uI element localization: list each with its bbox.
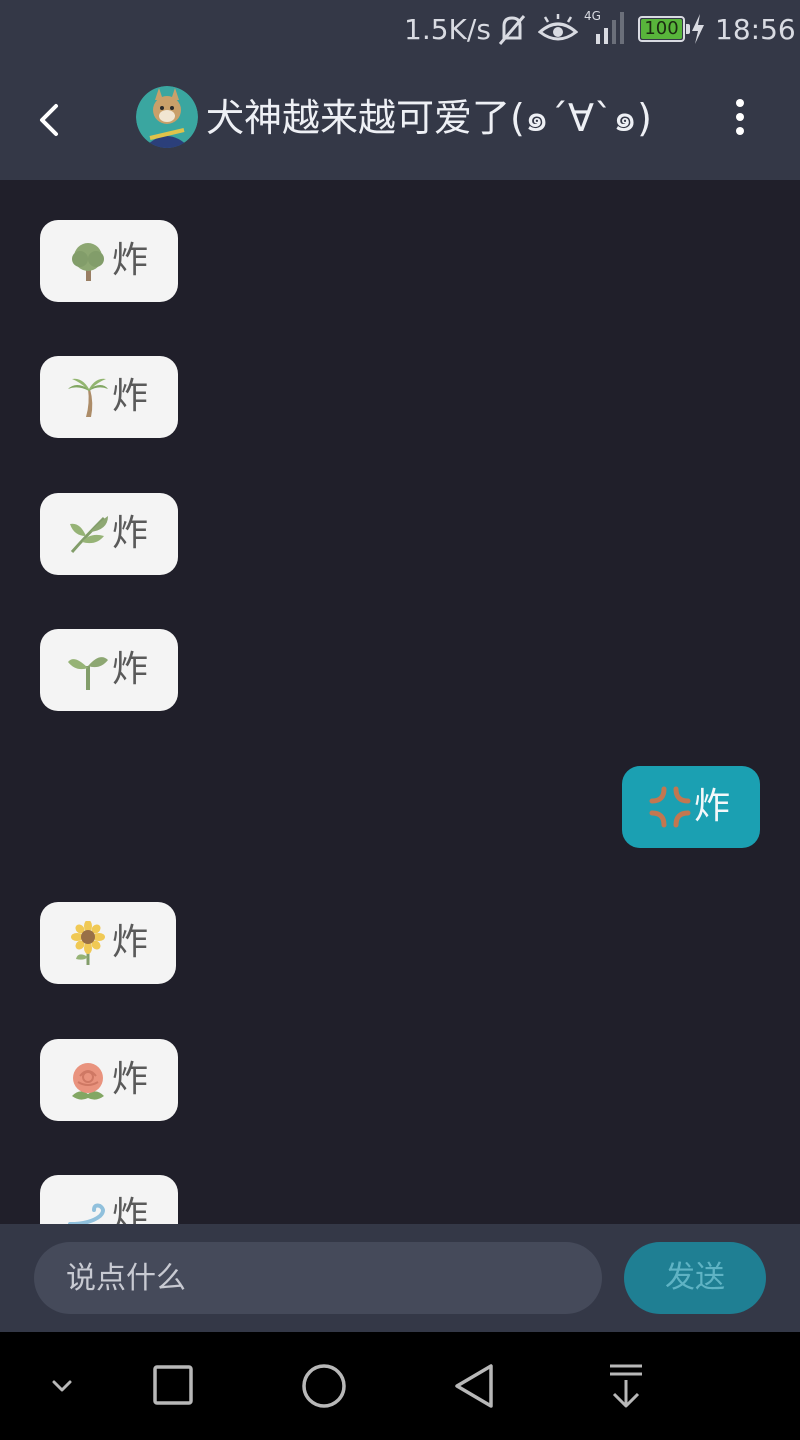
herb-icon xyxy=(70,516,108,553)
sunflower-icon xyxy=(71,921,105,965)
status-bar: 1.5K/s 4G 100 18:56 xyxy=(0,0,800,60)
seedling-icon xyxy=(68,657,108,690)
clock: 18:56 xyxy=(715,13,796,46)
avatar[interactable] xyxy=(136,86,198,148)
message-text: 炸 xyxy=(112,1059,149,1100)
palm-tree-icon xyxy=(68,378,108,417)
dashing-away-icon xyxy=(68,1203,105,1224)
rose-icon xyxy=(72,1063,104,1100)
chat-header: 犬神越来越可爱了(๑´∀`๑) xyxy=(0,60,800,180)
message-bubble[interactable]: 炸 xyxy=(40,902,177,984)
message-text: 炸 xyxy=(112,1195,149,1224)
network-type: 4G xyxy=(584,9,601,23)
message-text: 炸 xyxy=(112,376,149,417)
eye-comfort-icon xyxy=(538,14,578,41)
message-text: 炸 xyxy=(112,922,149,963)
message-bubble[interactable]: 炸 xyxy=(40,356,179,438)
message-bubble[interactable]: 炸 xyxy=(40,629,179,711)
home-icon[interactable] xyxy=(292,1356,356,1416)
notification-pull-down-icon[interactable] xyxy=(594,1356,658,1416)
system-navigation-bar xyxy=(0,1332,800,1440)
message-bubble[interactable]: 炸 xyxy=(40,1175,179,1224)
more-options-icon[interactable] xyxy=(722,92,758,142)
message-input[interactable] xyxy=(34,1242,602,1314)
network-speed: 1.5K/s xyxy=(404,13,491,46)
chevron-down-icon[interactable] xyxy=(30,1356,94,1416)
message-list[interactable]: 炸 炸 炸 炸 炸 炸 炸 炸 xyxy=(0,180,800,1224)
mute-icon xyxy=(498,15,526,45)
battery-icon: 100 xyxy=(638,16,690,42)
recent-apps-icon[interactable] xyxy=(141,1356,205,1416)
message-text: 炸 xyxy=(112,649,149,690)
message-text: 炸 xyxy=(693,786,730,827)
message-bubble[interactable]: 炸 xyxy=(40,1039,179,1121)
message-composer: 发送 xyxy=(0,1224,800,1332)
message-bubble[interactable]: 炸 xyxy=(40,493,179,575)
back-icon[interactable] xyxy=(443,1356,507,1416)
message-text: 炸 xyxy=(112,240,149,281)
anger-symbol-icon xyxy=(649,786,691,828)
back-arrow-icon[interactable] xyxy=(24,90,72,150)
message-bubble-outgoing[interactable]: 炸 xyxy=(621,766,760,848)
chat-title: 犬神越来越可爱了(๑´∀`๑) xyxy=(206,96,652,140)
deciduous-tree-icon xyxy=(72,243,104,281)
signal-4g-icon: 4G xyxy=(584,9,624,44)
message-text: 炸 xyxy=(112,513,149,554)
battery-level: 100 xyxy=(641,19,682,39)
message-bubble[interactable]: 炸 xyxy=(40,220,179,302)
send-button[interactable]: 发送 xyxy=(624,1242,766,1314)
charging-icon xyxy=(692,14,704,44)
